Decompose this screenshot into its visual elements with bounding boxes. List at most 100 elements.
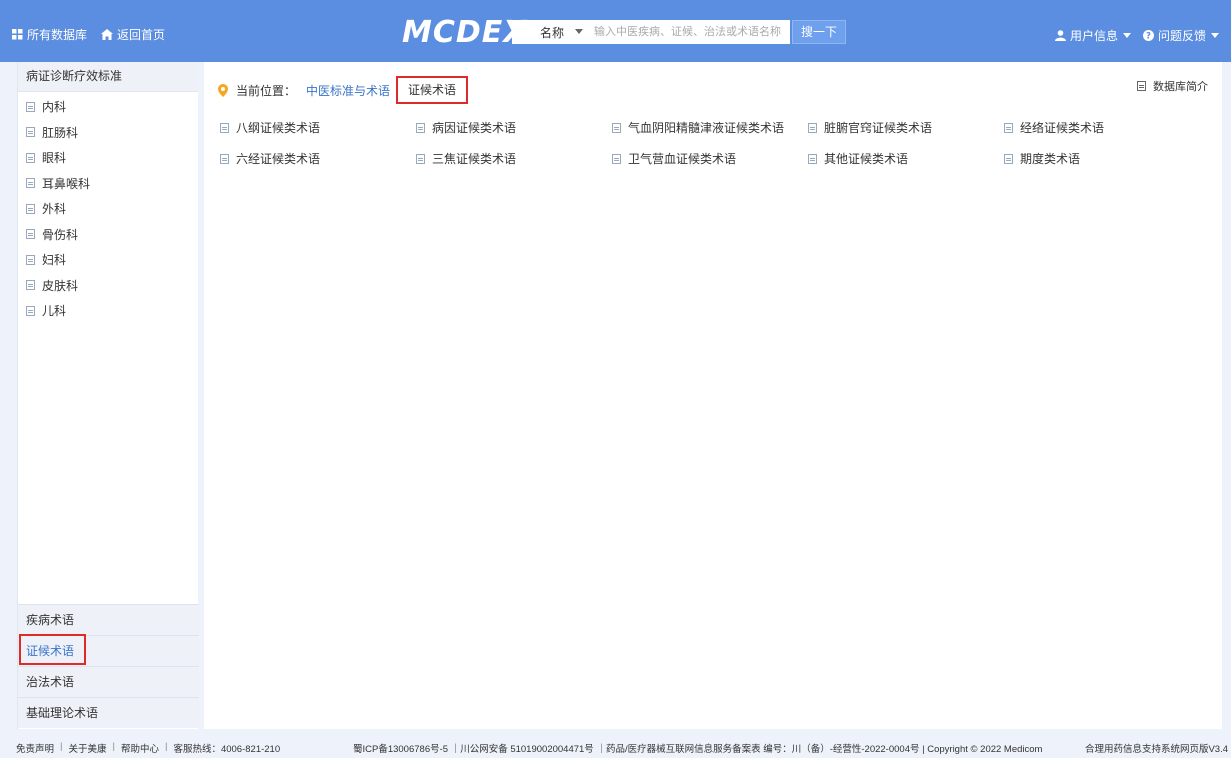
- term-category-item[interactable]: 期度类术语: [1004, 150, 1200, 167]
- document-icon: [612, 122, 621, 133]
- main-content: 当前位置： 中医标准与术语 证候术语 数据库简介 八纲证候类术语 病因证候类术语…: [204, 62, 1222, 729]
- grid-icon: [12, 29, 23, 40]
- term-category-label: 六经证候类术语: [236, 152, 321, 166]
- home-link[interactable]: 返回首页: [101, 26, 165, 43]
- user-info-menu[interactable]: 用户信息: [1054, 27, 1131, 44]
- term-category-item[interactable]: 三焦证候类术语: [416, 150, 612, 167]
- sidebar-item-gynecology[interactable]: 妇科: [18, 247, 198, 273]
- term-category-item[interactable]: 脏腑官窍证候类术语: [808, 119, 1004, 136]
- search-button[interactable]: 搜一下: [792, 20, 846, 44]
- term-category-item[interactable]: 其他证候类术语: [808, 150, 1004, 167]
- document-icon: [26, 203, 35, 214]
- help-center-link[interactable]: 帮助中心: [121, 741, 159, 755]
- breadcrumb: 当前位置： 中医标准与术语 证候术语: [218, 76, 469, 104]
- icp-text: 蜀ICP备13006786号-5 ｜川公网安备 51019002004471号 …: [353, 744, 1043, 755]
- term-category-label: 八纲证候类术语: [236, 121, 321, 135]
- sidebar-item-proctology[interactable]: 肛肠科: [18, 120, 198, 146]
- grid-row: 六经证候类术语 三焦证候类术语 卫气营血证候类术语 其他证候类术语 期度类术语: [220, 143, 1210, 174]
- footer-links: 免责声明 | 关于美康 | 帮助中心 | 客服热线：4006-821-210: [16, 741, 280, 755]
- document-icon: [26, 127, 35, 138]
- document-icon: [612, 153, 621, 164]
- sidebar: 病证诊断疗效标准 内科 肛肠科 眼科 耳鼻喉科 外科 骨伤科 妇科 皮肤科 儿科…: [17, 62, 199, 729]
- term-category-label: 三焦证候类术语: [432, 152, 517, 166]
- term-category-item[interactable]: 卫气营血证候类术语: [612, 150, 808, 167]
- term-category-item[interactable]: 六经证候类术语: [220, 150, 416, 167]
- sidebar-item-label: 眼科: [42, 151, 67, 166]
- search-field-value: 名称: [540, 25, 565, 40]
- footer: 免责声明 | 关于美康 | 帮助中心 | 客服热线：4006-821-210 蜀…: [0, 736, 1231, 758]
- document-icon: [220, 122, 229, 133]
- sidebar-item-pediatrics[interactable]: 儿科: [18, 298, 198, 324]
- hotline-text: 客服热线：4006-821-210: [173, 744, 281, 755]
- search-box: 名称: [512, 20, 790, 44]
- footer-separator: |: [112, 741, 115, 752]
- document-icon: [26, 280, 35, 291]
- disclaimer-link[interactable]: 免责声明: [16, 741, 54, 755]
- user-info-label: 用户信息: [1069, 29, 1118, 43]
- svg-text:?: ?: [1146, 32, 1151, 41]
- mcdex-logo: MCDEX: [402, 15, 528, 50]
- feedback-label: 问题反馈: [1157, 29, 1206, 43]
- breadcrumb-current: 证候术语: [396, 76, 469, 104]
- document-icon: [26, 229, 35, 240]
- category-treatment-terms[interactable]: 治法术语: [18, 666, 199, 697]
- term-category-label: 卫气营血证候类术语: [628, 152, 737, 166]
- document-icon: [416, 122, 425, 133]
- sidebar-categories: 疾病术语 证候术语 治法术语 基础理论术语: [18, 604, 199, 728]
- sidebar-item-dermatology[interactable]: 皮肤科: [18, 273, 198, 299]
- document-icon: [26, 152, 35, 163]
- term-category-item[interactable]: 八纲证候类术语: [220, 119, 416, 136]
- term-category-label: 期度类术语: [1020, 152, 1081, 166]
- about-link[interactable]: 关于美康: [68, 741, 106, 755]
- header-right-nav: 用户信息 ? 问题反馈: [1043, 27, 1219, 44]
- category-basic-theory-terms[interactable]: 基础理论术语: [18, 697, 199, 728]
- breadcrumb-parent-link[interactable]: 中医标准与术语: [306, 82, 390, 99]
- search-field-select[interactable]: 名称: [512, 20, 588, 44]
- grid-row: 八纲证候类术语 病因证候类术语 气血阴阳精髓津液证候类术语 脏腑官窍证候类术语 …: [220, 112, 1210, 143]
- version-text: 合理用药信息支持系统网页版V3.4: [1084, 744, 1228, 755]
- term-category-grid: 八纲证候类术语 病因证候类术语 气血阴阳精髓津液证候类术语 脏腑官窍证候类术语 …: [220, 112, 1210, 174]
- top-header: 所有数据库 返回首页 MCDEX 名称 搜一下 用户信息 ?: [0, 0, 1231, 62]
- sidebar-item-label: 肛肠科: [42, 125, 79, 140]
- footer-separator: |: [60, 741, 63, 752]
- document-icon: [26, 305, 35, 316]
- search-input[interactable]: [588, 20, 788, 44]
- sidebar-item-label: 妇科: [42, 253, 67, 268]
- document-icon: [26, 101, 35, 112]
- document-icon: [808, 122, 817, 133]
- sidebar-item-orthopedics[interactable]: 骨伤科: [18, 222, 198, 248]
- home-icon: [101, 29, 114, 40]
- document-icon: [808, 153, 817, 164]
- database-intro-link[interactable]: 数据库简介: [1137, 78, 1208, 94]
- document-icon: [1004, 122, 1013, 133]
- sidebar-item-label: 外科: [42, 202, 67, 217]
- sidebar-title[interactable]: 病证诊断疗效标准: [18, 62, 198, 92]
- term-category-label: 其他证候类术语: [824, 152, 909, 166]
- home-label: 返回首页: [117, 28, 166, 42]
- sidebar-item-label: 耳鼻喉科: [42, 176, 91, 191]
- sidebar-item-label: 皮肤科: [42, 278, 79, 293]
- document-icon: [26, 254, 35, 265]
- sidebar-item-label: 骨伤科: [42, 227, 79, 242]
- term-category-label: 经络证候类术语: [1020, 121, 1105, 135]
- term-category-label: 脏腑官窍证候类术语: [824, 121, 933, 135]
- category-disease-terms[interactable]: 疾病术语: [18, 604, 199, 635]
- sidebar-item-label: 内科: [42, 100, 67, 115]
- term-category-item[interactable]: 气血阴阳精髓津液证候类术语: [612, 119, 808, 136]
- term-category-item[interactable]: 病因证候类术语: [416, 119, 612, 136]
- document-icon: [1004, 153, 1013, 164]
- feedback-menu[interactable]: ? 问题反馈: [1142, 27, 1219, 44]
- sidebar-item-ophthalmology[interactable]: 眼科: [18, 145, 198, 171]
- all-databases-link[interactable]: 所有数据库: [12, 26, 87, 43]
- caret-down-icon: [1122, 33, 1131, 38]
- sidebar-item-ent[interactable]: 耳鼻喉科: [18, 171, 198, 197]
- sidebar-item-internal-medicine[interactable]: 内科: [18, 94, 198, 120]
- term-category-label: 病因证候类术语: [432, 121, 517, 135]
- term-category-item[interactable]: 经络证候类术语: [1004, 119, 1200, 136]
- caret-down-icon: [575, 29, 583, 34]
- location-pin-icon: [218, 83, 228, 97]
- highlight-box: [19, 634, 86, 665]
- breadcrumb-label: 当前位置：: [236, 83, 297, 98]
- sidebar-item-surgery[interactable]: 外科: [18, 196, 198, 222]
- sidebar-list: 内科 肛肠科 眼科 耳鼻喉科 外科 骨伤科 妇科 皮肤科 儿科: [18, 92, 198, 324]
